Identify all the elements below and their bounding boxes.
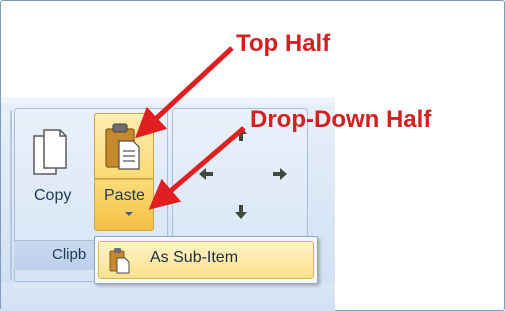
ribbon-bottom-strip — [1, 283, 335, 311]
paste-sub-item-icon — [109, 248, 130, 274]
arrow-left-icon — [199, 168, 213, 180]
arrow-down-icon — [235, 205, 247, 219]
clipboard-group-label: Clipb — [52, 246, 87, 263]
copy-icon — [33, 129, 67, 175]
paste-icon — [105, 123, 140, 170]
top-half-annotation: Top Half — [236, 30, 331, 57]
chevron-down-icon — [125, 212, 133, 216]
arrow-right-icon — [273, 168, 287, 180]
paste-label: Paste — [104, 187, 145, 204]
ribbon-group-divider — [10, 110, 12, 280]
menu-item-label: As Sub-Item — [150, 249, 239, 266]
arrow-up-icon — [235, 127, 247, 141]
copy-label: Copy — [34, 187, 72, 204]
paste-button-top-half[interactable] — [94, 113, 154, 179]
drop-down-half-annotation: Drop-Down Half — [250, 106, 432, 133]
